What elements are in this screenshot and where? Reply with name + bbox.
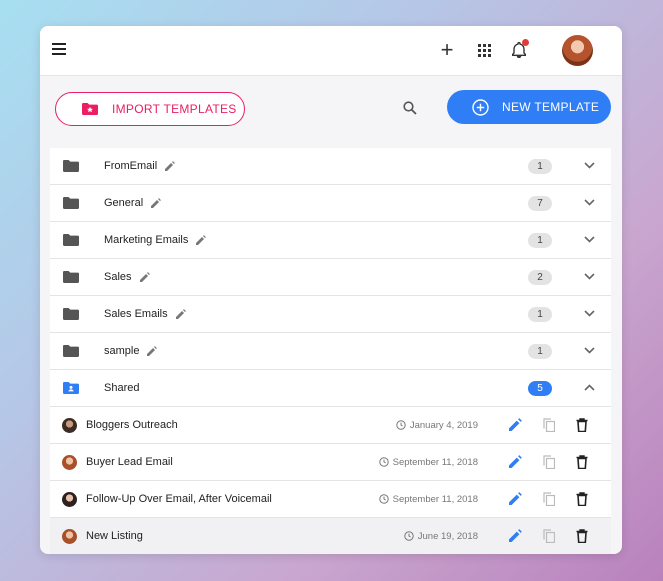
delete-trash-icon[interactable]: [576, 455, 588, 469]
folder-count-badge: 1: [528, 306, 552, 322]
folder-count-badge: 1: [528, 232, 552, 248]
folder-count-badge: 7: [528, 195, 552, 211]
folder-star-icon: [82, 103, 98, 115]
folder-icon: [63, 271, 79, 283]
clock-icon: [396, 420, 406, 430]
rename-pencil-icon[interactable]: [175, 309, 186, 320]
author-avatar: [62, 492, 77, 507]
template-name: Follow-Up Over Email, After Voicemail: [86, 493, 272, 505]
template-name: Buyer Lead Email: [86, 456, 173, 468]
folder-count-badge: 2: [528, 269, 552, 285]
folder-name: Shared: [104, 382, 140, 394]
folder-count-badge: 1: [528, 158, 552, 174]
rename-pencil-icon[interactable]: [196, 235, 207, 246]
chevron-up-icon[interactable]: [584, 384, 595, 391]
rename-pencil-icon[interactable]: [151, 198, 162, 209]
folder-name: sample: [104, 345, 140, 357]
template-name: Bloggers Outreach: [86, 419, 178, 431]
copy-icon[interactable]: [543, 492, 555, 506]
delete-trash-icon[interactable]: [576, 492, 588, 506]
template-row[interactable]: Buyer Lead Email September 11, 2018: [50, 444, 611, 481]
folder-icon: [63, 197, 79, 209]
template-date: September 11, 2018: [378, 456, 478, 468]
clock-icon: [378, 457, 389, 467]
folder-count-badge: 1: [528, 343, 552, 359]
template-date: September 11, 2018: [378, 493, 478, 505]
folder-count-badge: 5: [528, 380, 552, 396]
folder-icon: [63, 345, 79, 357]
delete-trash-icon[interactable]: [576, 529, 588, 543]
templates-panel: + IMPORT TEMPLATES NEW TEMPLATE FromEmai…: [40, 26, 622, 554]
notification-bell-icon[interactable]: [509, 39, 529, 60]
import-templates-label: IMPORT TEMPLATES: [112, 102, 237, 116]
top-app-bar: +: [40, 26, 622, 76]
template-name: New Listing: [86, 530, 143, 542]
template-row[interactable]: Bloggers Outreach January 4, 2019: [50, 407, 611, 444]
edit-pencil-icon[interactable]: [509, 418, 522, 431]
folder-row[interactable]: Marketing Emails 1: [50, 222, 611, 259]
folder-name: FromEmail: [104, 160, 158, 172]
template-date: June 19, 2018: [404, 531, 478, 542]
rename-pencil-icon[interactable]: [139, 272, 150, 283]
author-avatar: [62, 529, 77, 544]
shared-folder-row[interactable]: Shared 5: [50, 370, 611, 407]
rename-pencil-icon[interactable]: [147, 346, 158, 357]
folder-row[interactable]: sample 1: [50, 333, 611, 370]
author-avatar: [62, 418, 77, 433]
template-date-text: January 4, 2019: [409, 419, 478, 431]
template-folder-list: FromEmail 1 General 7 Marketing Emails 1…: [50, 148, 611, 554]
clock-icon: [378, 494, 389, 504]
folder-name: General: [104, 197, 144, 209]
new-template-button[interactable]: NEW TEMPLATE: [447, 90, 611, 124]
chevron-down-icon[interactable]: [584, 236, 595, 243]
folder-row[interactable]: FromEmail 1: [50, 148, 611, 185]
menu-icon[interactable]: [52, 43, 66, 55]
edit-pencil-icon[interactable]: [509, 529, 522, 542]
folder-icon: [63, 308, 79, 320]
user-avatar[interactable]: [562, 35, 593, 66]
template-row[interactable]: Follow-Up Over Email, After Voicemail Se…: [50, 481, 611, 518]
chevron-down-icon[interactable]: [584, 347, 595, 354]
template-date-text: September 11, 2018: [392, 456, 478, 468]
copy-icon[interactable]: [543, 455, 555, 469]
author-avatar: [62, 455, 77, 470]
notification-dot: [522, 39, 529, 46]
folder-row[interactable]: General 7: [50, 185, 611, 222]
chevron-down-icon[interactable]: [584, 310, 595, 317]
template-date: January 4, 2019: [396, 420, 478, 431]
folder-name: Sales: [104, 271, 132, 283]
shared-folder-icon: [63, 382, 79, 394]
folder-icon: [63, 160, 79, 172]
copy-icon[interactable]: [543, 418, 555, 432]
chevron-down-icon[interactable]: [584, 273, 595, 280]
clock-icon: [404, 531, 414, 541]
new-template-label: NEW TEMPLATE: [502, 100, 600, 114]
folder-row[interactable]: Sales Emails 1: [50, 296, 611, 333]
import-templates-button[interactable]: IMPORT TEMPLATES: [55, 92, 245, 126]
apps-grid-icon[interactable]: [474, 40, 494, 60]
chevron-down-icon[interactable]: [584, 199, 595, 206]
chevron-down-icon[interactable]: [584, 162, 595, 169]
add-icon[interactable]: +: [437, 39, 457, 61]
folder-name: Sales Emails: [104, 308, 168, 320]
copy-icon[interactable]: [543, 529, 555, 543]
edit-pencil-icon[interactable]: [509, 455, 522, 468]
template-date-text: September 11, 2018: [392, 493, 478, 505]
search-icon[interactable]: [403, 101, 417, 115]
folder-row[interactable]: Sales 2: [50, 259, 611, 296]
template-row[interactable]: New Listing June 19, 2018: [50, 518, 611, 554]
folder-name: Marketing Emails: [104, 234, 189, 246]
delete-trash-icon[interactable]: [576, 418, 588, 432]
add-circle-icon: [472, 98, 489, 116]
edit-pencil-icon[interactable]: [509, 492, 522, 505]
folder-icon: [63, 234, 79, 246]
template-date-text: June 19, 2018: [417, 530, 478, 542]
rename-pencil-icon[interactable]: [165, 161, 176, 172]
